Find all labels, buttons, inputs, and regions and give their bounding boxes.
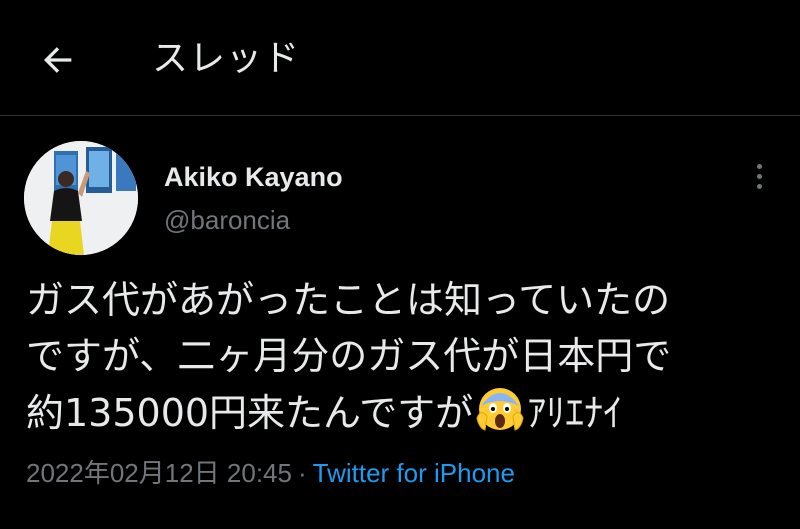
tweet-text-suffix: ｱﾘｴﾅｲ [527,391,623,435]
back-button[interactable] [30,38,86,82]
tweet-text-line: 約135000円来たんですが ｱﾘｴﾅｲ [26,384,786,441]
tweet-metadata: 2022年02月12日 20:45 · Twitter for iPhone [26,456,515,490]
avatar[interactable] [24,141,138,255]
more-options-button[interactable] [744,156,774,196]
avatar-photo [24,141,138,255]
arrow-left-icon [44,47,72,73]
author-username[interactable]: @baroncia [164,203,290,237]
tweet-text: ガス代があがったことは知っていたの ですが、二ヶ月分のガス代が日本円で 約135… [26,272,786,441]
page-title: スレッド [152,38,301,79]
tweet-timestamp[interactable]: 2022年02月12日 20:45 [26,458,292,488]
tweet-source-link[interactable]: Twitter for iPhone [313,458,515,488]
top-bar: スレッド [0,0,800,116]
tweet-text-segment: 約135000円来たんですが [26,391,474,435]
tweet-text-line: ガス代があがったことは知っていたの [26,278,671,322]
author-display-name[interactable]: Akiko Kayano [164,160,343,194]
meta-separator: · [297,458,307,488]
tweet-text-line: ですが、二ヶ月分のガス代が日本円で [26,334,672,378]
more-vertical-icon [756,163,762,169]
face-screaming-in-fear-icon [475,384,525,434]
